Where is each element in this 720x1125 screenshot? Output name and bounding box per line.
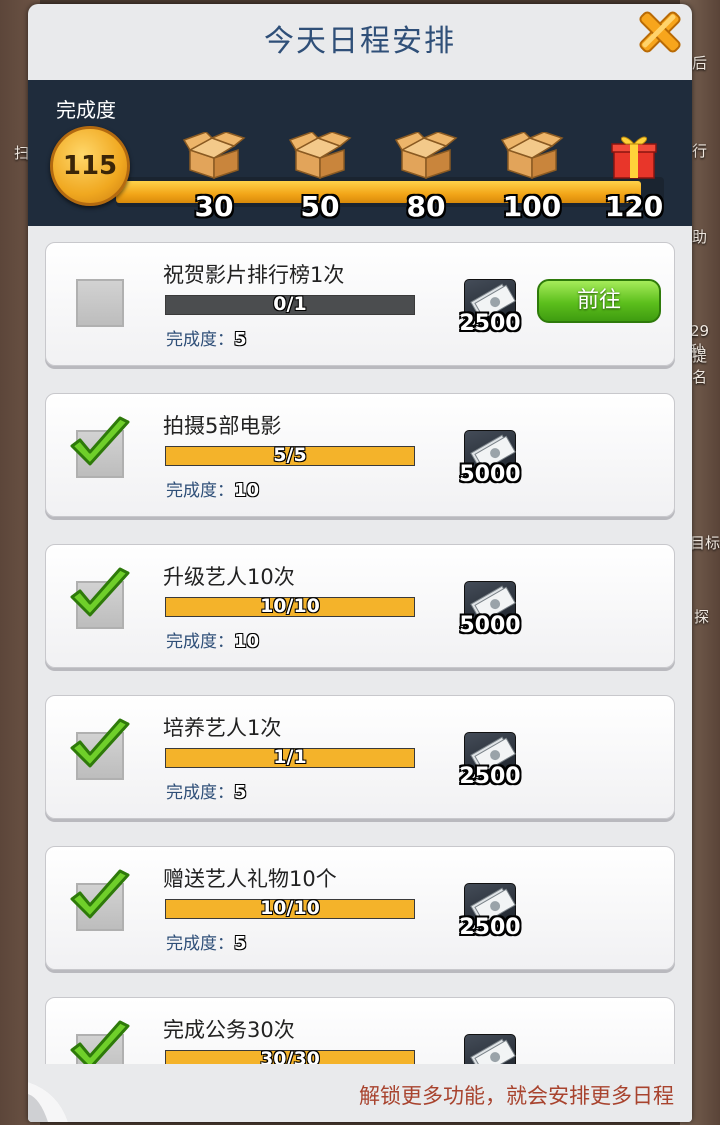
task-card: 升级艺人10次 10/10 完成度：10 5000 [45,544,675,668]
dialog-footer: 解锁更多功能，就会安排更多日程 [28,1064,692,1122]
current-score-badge: 115 [50,126,130,206]
task-reward-value: 2500 [459,915,521,940]
money-icon [464,1034,516,1064]
background-label: 助 [692,228,708,246]
milestone-value: 120 [604,190,664,223]
milestone-box[interactable]: 80 [386,131,466,223]
checkmark-icon [70,1020,130,1064]
task-card: 拍摄5部电影 5/5 完成度：10 5000 [45,393,675,517]
task-reward-value: 5000 [459,462,521,487]
task-card: 赠送艺人礼物10个 10/10 完成度：5 2500 [45,846,675,970]
close-icon [639,11,681,53]
task-points-label: 完成度： [166,632,234,652]
background-label: 提名 [692,347,708,386]
milestone-value: 30 [194,190,234,223]
task-progress-bar: 1/1 [165,746,415,768]
task-name: 拍摄5部电影 [163,414,282,438]
task-points-value: 10 [234,480,260,501]
background-label: 行 [692,142,708,160]
task-reward-value: 5000 [459,613,521,638]
task-reward: 5000 [459,430,522,494]
milestone-gift[interactable]: 120 [594,132,674,223]
task-progress-text: 10/10 [260,897,320,919]
task-name: 祝贺影片排行榜1次 [163,263,345,287]
task-points-value: 10 [234,631,260,652]
task-reward-value: 2500 [459,311,521,336]
task-progress-text: 10/10 [260,595,320,617]
task-points: 完成度：10 [166,627,259,652]
checkmark-icon [70,416,130,466]
dialog-title: 今天日程安排 [264,24,456,59]
task-progress-text: 30/30 [260,1048,320,1064]
task-reward: 2500 [459,883,522,947]
task-reward: 5000 [459,581,522,645]
checkmark-icon [70,718,130,768]
task-reward [462,1034,522,1064]
task-progress-bar: 10/10 [165,897,415,919]
treasure-box-icon [288,131,352,180]
task-points-value: 5 [234,933,247,954]
task-points-label: 完成度： [166,330,234,350]
close-button[interactable] [632,4,688,60]
task-card: 祝贺影片排行榜1次 0/1 完成度：5 2500 前往 [45,242,675,366]
task-card: 培养艺人1次 1/1 完成度：5 2500 [45,695,675,819]
background-label: 扫 [14,144,30,162]
task-progress-bar: 30/30 [165,1048,415,1064]
task-points: 完成度：10 [166,476,259,501]
task-points: 完成度：5 [166,778,247,803]
footer-note: 解锁更多功能，就会安排更多日程 [359,1084,674,1108]
task-reward: 2500 [459,732,522,796]
milestone-value: 100 [502,190,562,223]
task-name: 升级艺人10次 [163,565,295,589]
milestone-box[interactable]: 30 [174,131,254,223]
task-points: 完成度：5 [166,929,247,954]
task-points-value: 5 [234,782,247,803]
task-progress-text: 1/1 [273,746,307,768]
checkmark-icon [70,567,130,617]
task-progress-text: 5/5 [273,444,307,466]
page-curl-decoration [28,1082,68,1122]
treasure-box-icon [182,131,246,180]
background-label: 探 [694,608,710,626]
task-points-value: 5 [234,329,247,350]
milestone-box[interactable]: 50 [280,131,360,223]
progress-label: 完成度 [56,98,116,122]
task-card: 完成公务30次 30/30 完成度： [45,997,675,1064]
progress-header: 完成度 115 30 50 80 100 120 [28,80,692,226]
schedule-dialog: 今天日程安排 完成度 115 30 50 80 100 120 祝贺影片排行榜1… [28,4,692,1122]
task-checkbox [76,279,124,327]
task-reward: 2500 [459,279,522,343]
milestone-box[interactable]: 100 [492,131,572,223]
task-name: 完成公务30次 [163,1018,295,1042]
treasure-box-icon [394,131,458,180]
go-button[interactable]: 前往 [537,279,661,323]
task-name: 赠送艺人礼物10个 [163,867,337,891]
checkmark-icon [70,869,130,919]
task-points-label: 完成度： [166,783,234,803]
task-progress-bar: 10/10 [165,595,415,617]
task-points: 完成度：5 [166,325,247,350]
task-name: 培养艺人1次 [163,716,282,740]
milestone-value: 80 [406,190,446,223]
background-label: 目标 [690,534,720,552]
task-progress-bar: 0/1 [165,293,415,315]
gift-icon [611,136,657,179]
task-progress-text: 0/1 [273,293,307,315]
task-progress-bar: 5/5 [165,444,415,466]
treasure-box-icon [500,131,564,180]
milestone-value: 50 [300,190,340,223]
task-points-label: 完成度： [166,481,234,501]
background-label: 后 [692,54,708,72]
task-list[interactable]: 祝贺影片排行榜1次 0/1 完成度：5 2500 前往 拍摄5部电影 5/5 完… [28,226,692,1064]
task-reward-value: 2500 [459,764,521,789]
task-points-label: 完成度： [166,934,234,954]
